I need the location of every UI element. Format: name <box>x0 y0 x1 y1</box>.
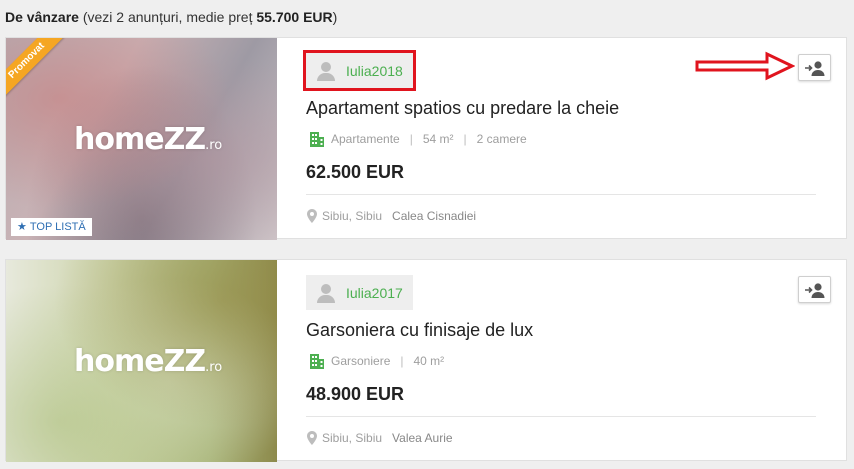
homezz-logo: homeZZ.ro <box>74 122 223 157</box>
listing-meta: Apartamente | 54 m² | 2 camere <box>309 131 527 147</box>
listing-rooms: 2 camere <box>476 132 527 146</box>
listing-street: Valea Aurie <box>392 431 453 445</box>
contact-owner-icon <box>804 282 824 298</box>
summary-detail: (vezi 2 anunțuri, medie preț <box>82 9 257 25</box>
listing-thumbnail[interactable]: homeZZ.ro Promovat ★ TOP LISTĂ <box>6 38 277 240</box>
owner-name[interactable]: Iulia2018 <box>346 63 403 79</box>
meta-separator: | <box>400 354 404 368</box>
avatar-icon <box>316 61 336 81</box>
listing-city: Sibiu, Sibiu <box>322 431 383 445</box>
building-icon <box>309 131 325 147</box>
listing-area: 54 m² <box>422 132 454 146</box>
divider <box>306 416 816 417</box>
promoted-ribbon: Promovat <box>6 38 66 98</box>
listing-location: Sibiu, Sibiu Valea Aurie <box>307 431 453 445</box>
listing-card[interactable]: homeZZ.ro Iulia2017 Garsoniera cu finisa… <box>5 259 847 462</box>
summary-average-price: 55.700 EUR <box>256 9 333 25</box>
contact-owner-button[interactable] <box>798 54 831 81</box>
listing-thumbnail[interactable]: homeZZ.ro <box>6 260 277 462</box>
listing-title[interactable]: Garsoniera cu finisaje de lux <box>306 320 533 341</box>
building-icon <box>309 353 325 369</box>
owner-name[interactable]: Iulia2017 <box>346 285 403 301</box>
location-pin-icon <box>307 431 317 445</box>
listing-title[interactable]: Apartament spatios cu predare la cheie <box>306 98 619 119</box>
summary-label: De vânzare <box>5 9 79 25</box>
divider <box>306 194 816 195</box>
promoted-label: Promovat <box>6 38 64 98</box>
location-pin-icon <box>307 209 317 223</box>
listing-summary: De vânzare (vezi 2 anunțuri, medie preț … <box>5 9 337 25</box>
star-icon: ★ <box>17 221 27 233</box>
annotation-arrow <box>695 51 795 81</box>
listing-price: 62.500 EUR <box>306 162 405 182</box>
contact-owner-button[interactable] <box>798 276 831 303</box>
listing-category: Garsoniere <box>331 354 391 368</box>
meta-separator: | <box>463 132 467 146</box>
top-list-label: TOP LISTĂ <box>29 221 86 233</box>
listing-price: 48.900 EUR <box>306 384 405 404</box>
listing-category: Apartamente <box>331 132 400 146</box>
contact-owner-icon <box>804 60 824 76</box>
meta-separator: | <box>409 132 413 146</box>
summary-close: ) <box>332 9 338 25</box>
listing-content: Iulia2017 Garsoniera cu finisaje de lux … <box>305 260 817 462</box>
listing-meta: Garsoniere | 40 m² <box>309 353 444 369</box>
homezz-logo: homeZZ.ro <box>74 344 223 379</box>
owner-chip[interactable]: Iulia2018 <box>303 50 416 91</box>
avatar-icon <box>316 283 336 303</box>
top-list-badge: ★ TOP LISTĂ <box>11 218 92 236</box>
listing-location: Sibiu, Sibiu Calea Cisnadiei <box>307 209 476 223</box>
listing-area: 40 m² <box>413 354 445 368</box>
listing-city: Sibiu, Sibiu <box>322 209 383 223</box>
owner-chip[interactable]: Iulia2017 <box>306 275 413 310</box>
listing-street: Calea Cisnadiei <box>392 209 477 223</box>
